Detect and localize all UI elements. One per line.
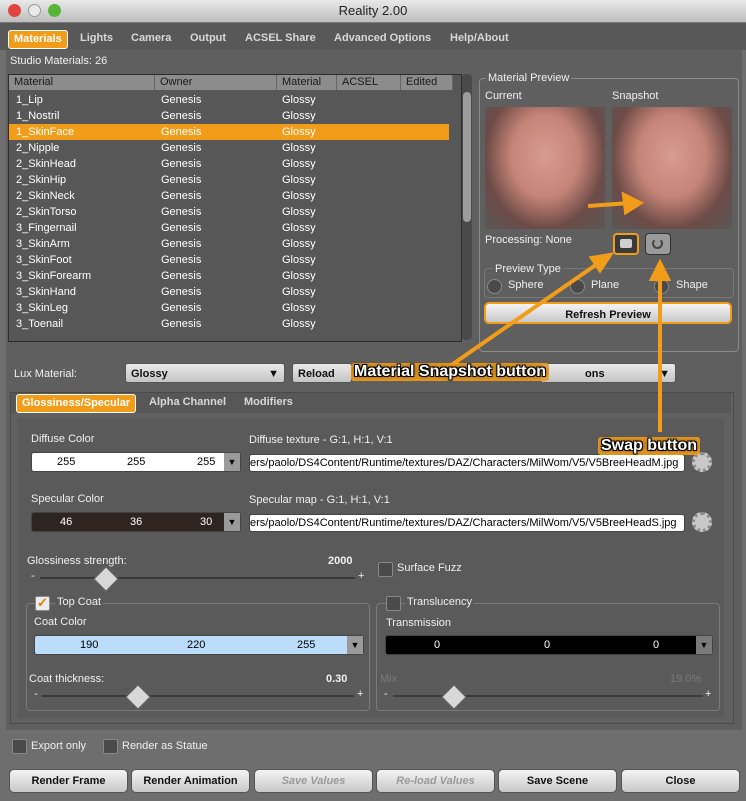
arrow-head [621, 191, 645, 216]
snapshot-button-arrow [448, 260, 602, 368]
arrow-head [648, 258, 672, 281]
swap-button-callout: Swap button [598, 437, 700, 455]
snapshot-button-callout: Material Snapshot button [351, 363, 549, 381]
annotation-arrows [448, 191, 672, 432]
